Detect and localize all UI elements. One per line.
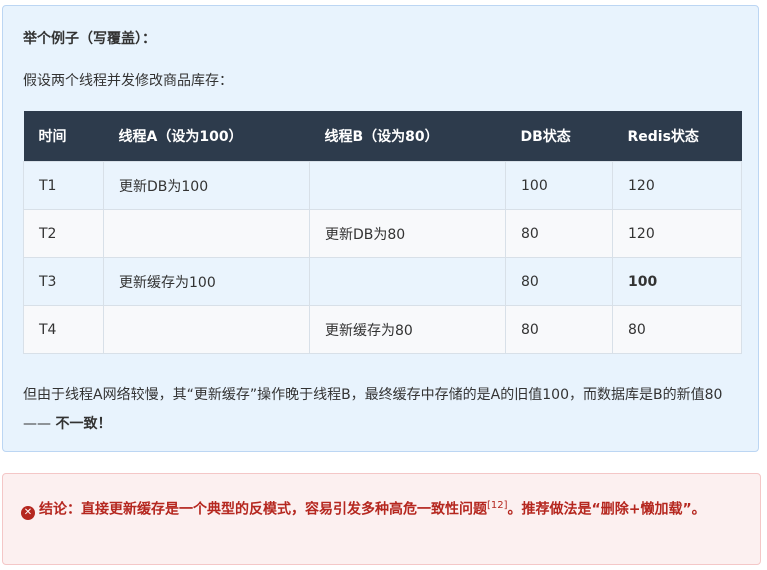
table-row: T4 更新缓存为80 80 80 xyxy=(23,305,742,354)
cell: T3 xyxy=(23,257,104,306)
cell: 更新缓存为80 xyxy=(309,305,506,354)
cell: T2 xyxy=(23,209,104,258)
cell xyxy=(309,161,506,210)
example-title: 举个例子（写覆盖）： xyxy=(23,31,156,47)
cell xyxy=(103,209,310,258)
inconsistent-emphasis: 不一致！ xyxy=(55,416,112,432)
cell: 80 xyxy=(505,305,613,354)
x-circle-icon: ✕ xyxy=(21,505,35,520)
explanation-text: 但由于线程A网络较慢，其“更新缓存”操作晚于线程B，最终缓存中存储的是A的旧值1… xyxy=(23,387,723,432)
header-thread-b: 线程B（设为80） xyxy=(309,111,506,162)
table-row: T3 更新缓存为100 80 100 xyxy=(23,257,742,306)
cell: 120 xyxy=(612,161,742,210)
header-redis: Redis状态 xyxy=(612,111,742,162)
table-row: T2 更新DB为80 80 120 xyxy=(23,209,742,258)
example-box: 举个例子（写覆盖）： 假设两个线程并发修改商品库存： 时间 线程A（设为100）… xyxy=(2,5,759,452)
reference-link[interactable]: [12] xyxy=(487,500,508,511)
cell xyxy=(103,305,310,354)
cell: T4 xyxy=(23,305,104,354)
cell: 更新DB为100 xyxy=(103,161,310,210)
cell xyxy=(309,257,506,306)
cell: 100 xyxy=(612,257,742,306)
cell: 120 xyxy=(612,209,742,258)
header-db: DB状态 xyxy=(505,111,613,162)
cell: 更新DB为80 xyxy=(309,209,506,258)
header-time: 时间 xyxy=(23,111,104,162)
cell: 100 xyxy=(505,161,613,210)
header-thread-a: 线程A（设为100） xyxy=(103,111,310,162)
conclusion-text: 结论：直接更新缓存是一个典型的反模式，容易引发多种高危一致性问题 xyxy=(39,501,487,518)
cell: 80 xyxy=(505,257,613,306)
intro-text: 假设两个线程并发修改商品库存： xyxy=(23,73,233,89)
explanation-paragraph: 但由于线程A网络较慢，其“更新缓存”操作晚于线程B，最终缓存中存储的是A的旧值1… xyxy=(23,381,743,439)
state-table: 时间 线程A（设为100） 线程B（设为80） DB状态 Redis状态 T1 更… xyxy=(23,111,742,354)
cell: 更新缓存为100 xyxy=(103,257,310,306)
conclusion-text-2: 。推荐做法是“删除+懒加载”。 xyxy=(507,501,706,518)
table-row: T1 更新DB为100 100 120 xyxy=(23,161,742,210)
cell: T1 xyxy=(23,161,104,210)
cell: 80 xyxy=(505,209,613,258)
conclusion-alert: ✕ 结论：直接更新缓存是一个典型的反模式，容易引发多种高危一致性问题[12]。推荐… xyxy=(2,473,761,565)
cell: 80 xyxy=(612,305,742,354)
